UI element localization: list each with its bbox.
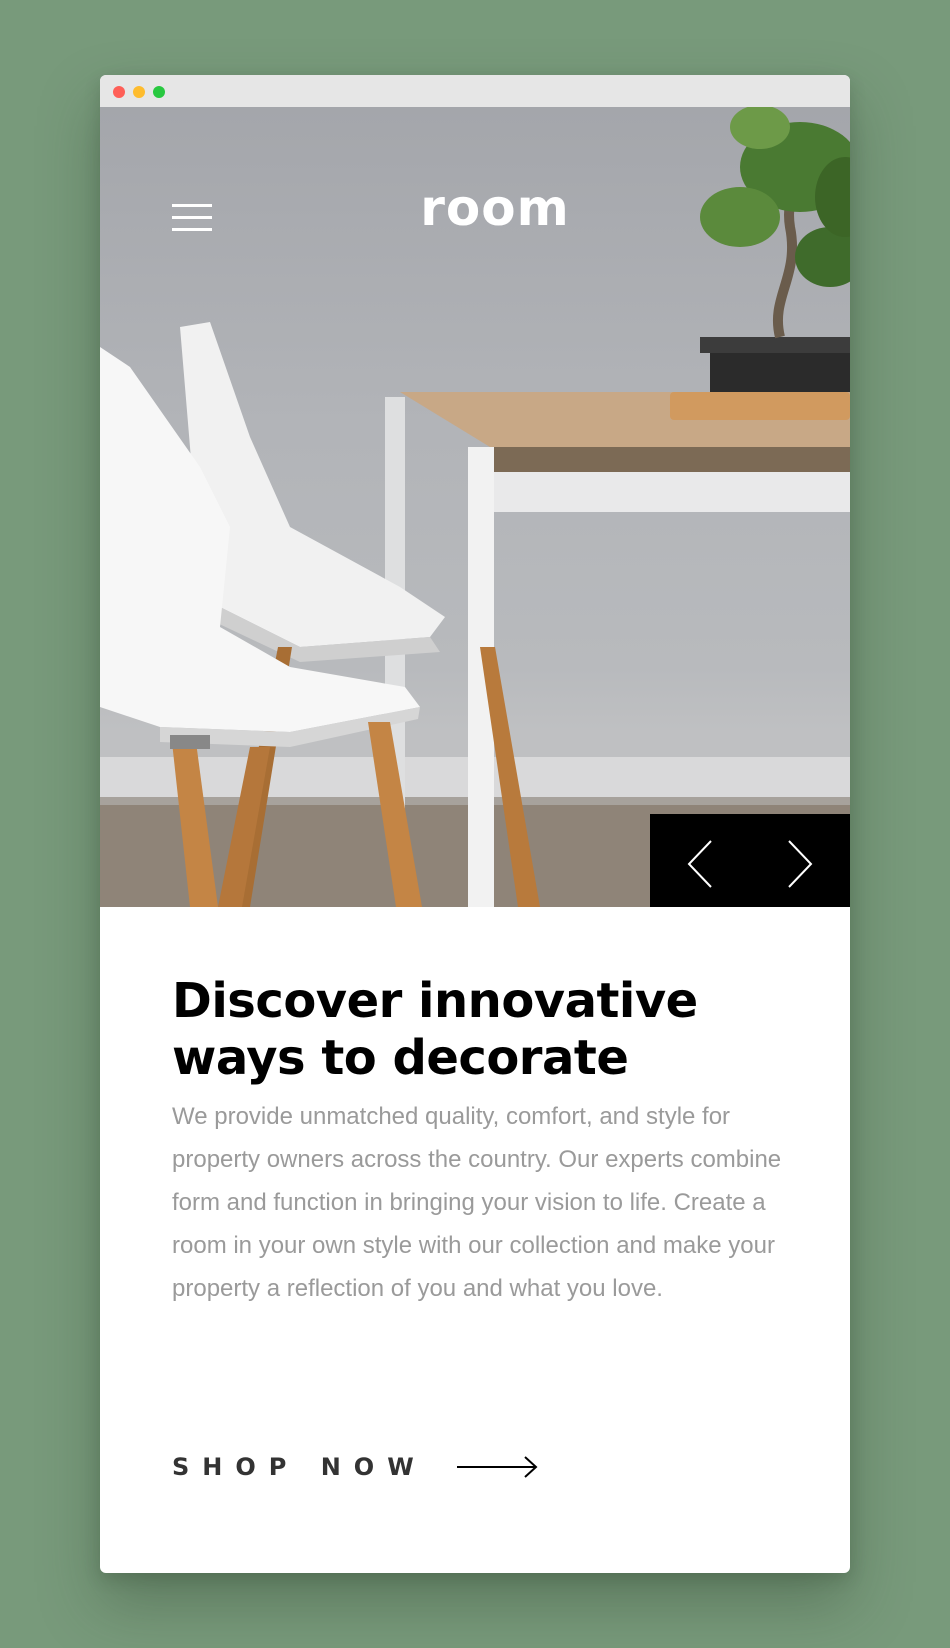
shop-now-link[interactable]: SHOP NOW (172, 1447, 539, 1487)
close-window-button[interactable] (113, 86, 125, 98)
arrow-right-icon (456, 1456, 538, 1478)
window-titlebar (100, 75, 850, 107)
intro-paragraph: We provide unmatched quality, comfort, a… (172, 1103, 782, 1302)
slider-controls (650, 814, 850, 907)
page-headline: Discover innovative ways to decorate (172, 973, 698, 1086)
hero-image: room (100, 107, 850, 907)
browser-window: room Discover innovative ways to decorat… (100, 75, 850, 1573)
maximize-window-button[interactable] (153, 86, 165, 98)
slider-next-button[interactable] (750, 814, 850, 907)
minimize-window-button[interactable] (133, 86, 145, 98)
site-logo[interactable]: room (400, 179, 590, 237)
chevron-left-icon (687, 840, 712, 888)
chevron-right-icon (788, 840, 813, 888)
hamburger-menu-icon[interactable] (172, 204, 212, 232)
slider-prev-button[interactable] (650, 814, 750, 907)
shop-now-label: SHOP NOW (172, 1453, 427, 1481)
